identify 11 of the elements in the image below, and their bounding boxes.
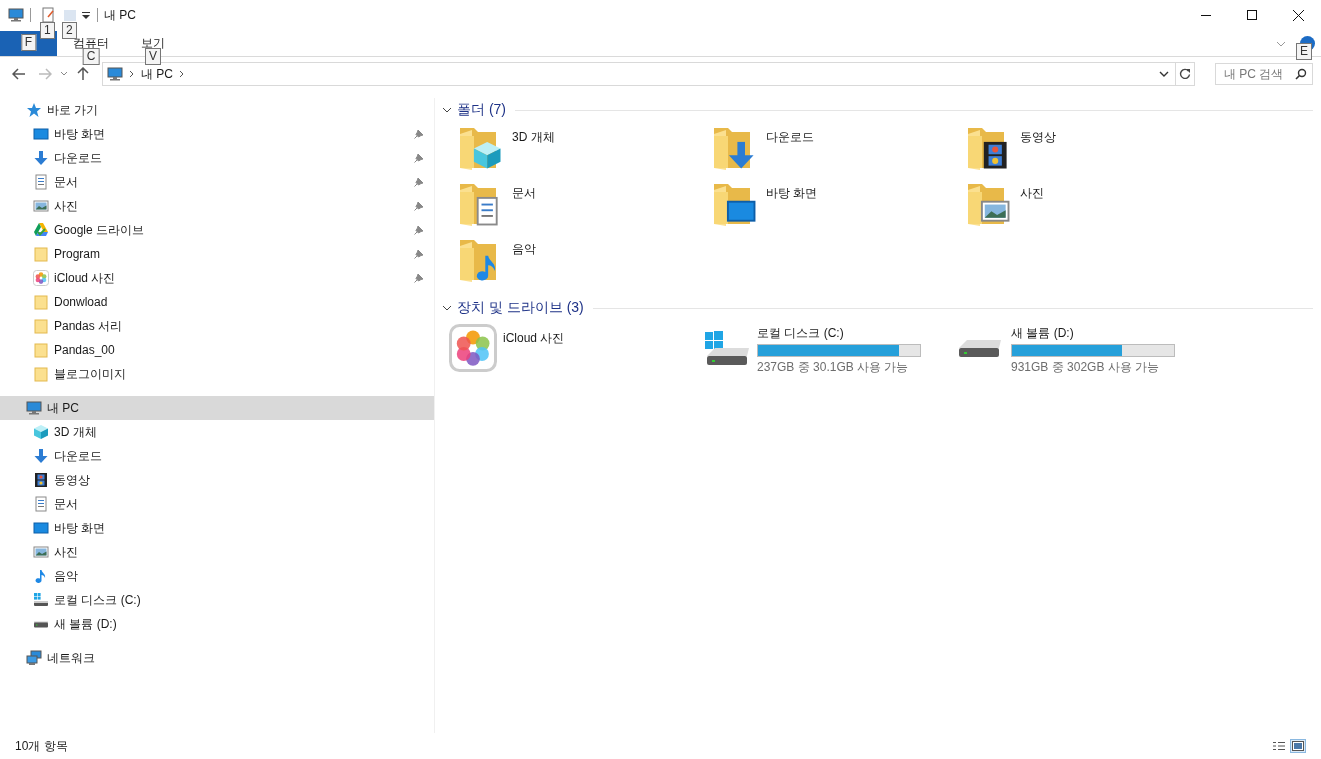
keytip-tooltip: 2 <box>62 22 77 39</box>
keytip-tooltip: 1 <box>40 22 55 39</box>
group-header: 폴더 (7) <box>457 101 506 119</box>
keytip-tooltip: V <box>145 48 161 65</box>
item-count: 10개 항목 <box>15 737 68 755</box>
free-space-text: 237GB 중 30.1GB 사용 가능 <box>757 358 910 376</box>
free-space-text: 931GB 중 302GB 사용 가능 <box>1011 358 1161 376</box>
group-header: 장치 및 드라이브 (3) <box>457 299 584 317</box>
keytip-tooltip: E <box>1296 43 1312 60</box>
window-title: 내 PC <box>104 6 136 24</box>
keytip-tooltip: C <box>82 48 100 65</box>
